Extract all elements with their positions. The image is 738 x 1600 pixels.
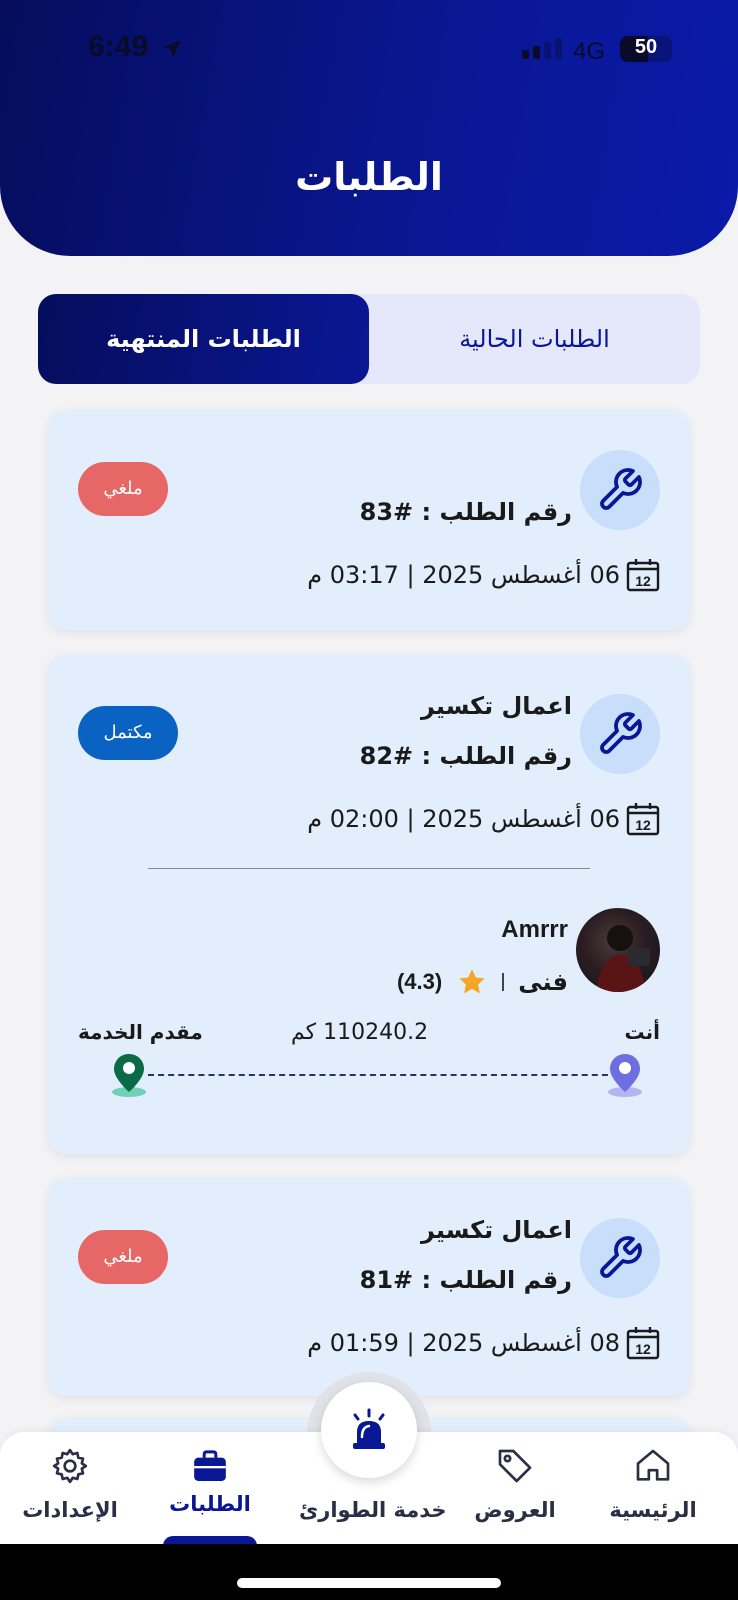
- signal-icon: [522, 38, 562, 59]
- nav-orders[interactable]: الطلبات: [145, 1432, 275, 1544]
- location-arrow-icon: [163, 40, 181, 58]
- order-card[interactable]: رقم الطلب : #83 ملغي 12 06 أغسطس 2025 | …: [48, 410, 690, 630]
- star-icon: [459, 969, 485, 994]
- order-number: رقم الطلب : #81: [359, 1266, 572, 1294]
- location-pin-icon: [112, 1054, 146, 1097]
- nav-settings-label: الإعدادات: [22, 1498, 118, 1522]
- trip-route-line: [148, 1074, 618, 1076]
- home-icon: [636, 1449, 670, 1481]
- calendar-icon: 12: [626, 803, 660, 836]
- separator: [502, 973, 505, 991]
- tag-icon: [498, 1449, 532, 1483]
- battery-level: 50: [634, 36, 658, 58]
- order-date-row: 12 06 أغسطس 2025 | 03:17 م: [307, 558, 660, 592]
- status-time: 6:49: [88, 30, 149, 63]
- calendar-day: 12: [635, 573, 651, 589]
- wrench-icon: [600, 712, 642, 754]
- nav-offers[interactable]: العروض: [450, 1432, 580, 1544]
- trip-you-label: أنت: [624, 1020, 660, 1044]
- home-indicator[interactable]: [237, 1578, 501, 1588]
- status-badge: ملغي: [78, 462, 168, 516]
- order-number: رقم الطلب : #83: [359, 498, 572, 526]
- gear-icon: [52, 1448, 88, 1484]
- order-date: 08 أغسطس 2025 | 01:59 م: [307, 1329, 620, 1357]
- header: 6:49 4G 50 الطلبات: [0, 0, 738, 256]
- order-number: رقم الطلب : #82: [359, 742, 572, 770]
- trip-distance: 110240.2 كم: [291, 1020, 429, 1045]
- order-date-row: 12 06 أغسطس 2025 | 02:00 م: [307, 802, 660, 836]
- emergency-button[interactable]: [321, 1382, 417, 1478]
- orders-tabs: الطلبات المنتهية الطلبات الحالية: [38, 294, 700, 384]
- battery-icon: 50: [620, 36, 672, 62]
- order-date-row: 12 08 أغسطس 2025 | 01:59 م: [307, 1326, 660, 1360]
- order-date: 06 أغسطس 2025 | 02:00 م: [307, 805, 620, 833]
- nav-orders-label: الطلبات: [169, 1492, 251, 1516]
- provider-role: فنى: [518, 968, 568, 996]
- provider-rating: (4.3): [396, 969, 443, 994]
- nav-home[interactable]: الرئيسية: [588, 1432, 718, 1544]
- status-badge: ملغي: [78, 1230, 168, 1284]
- calendar-day: 12: [635, 817, 651, 833]
- tab-ended-orders[interactable]: الطلبات المنتهية: [38, 294, 369, 384]
- nav-home-label: الرئيسية: [609, 1498, 697, 1522]
- service-name: اعمال تكسير: [420, 692, 572, 720]
- order-date: 06 أغسطس 2025 | 03:17 م: [307, 561, 620, 589]
- calendar-day: 12: [635, 1341, 651, 1357]
- siren-icon: [353, 1408, 385, 1449]
- status-bar: 6:49 4G 50: [0, 0, 738, 100]
- nav-settings[interactable]: الإعدادات: [5, 1432, 135, 1544]
- service-icon-circle: [580, 1218, 660, 1298]
- divider: [148, 868, 590, 869]
- order-card[interactable]: اعمال تكسير رقم الطلب : #82 مكتمل 12 06 …: [48, 654, 690, 1154]
- avatar: [576, 908, 660, 992]
- service-name: اعمال تكسير: [420, 1216, 572, 1244]
- page-title: الطلبات: [295, 155, 443, 199]
- order-card[interactable]: اعمال تكسير رقم الطلب : #81 ملغي 12 08 أ…: [48, 1178, 690, 1396]
- home-indicator-area: [0, 1544, 738, 1600]
- wrench-icon: [600, 468, 642, 510]
- briefcase-icon: [194, 1450, 226, 1481]
- provider-role-row: فنى (4.3): [397, 966, 568, 998]
- service-icon-circle: [580, 694, 660, 774]
- trip-provider-label: مقدم الخدمة: [78, 1020, 203, 1044]
- nav-emergency-label: خدمة الطوارئ: [299, 1498, 447, 1522]
- wrench-icon: [600, 1236, 642, 1278]
- tab-current-orders[interactable]: الطلبات الحالية: [369, 294, 700, 384]
- status-badge: مكتمل: [78, 706, 178, 760]
- location-pin-icon: [608, 1054, 642, 1097]
- service-icon-circle: [580, 450, 660, 530]
- calendar-icon: 12: [626, 559, 660, 592]
- network-type: 4G: [573, 38, 606, 65]
- nav-offers-label: العروض: [474, 1498, 556, 1522]
- calendar-icon: 12: [626, 1327, 660, 1360]
- provider-name: Amrrr: [501, 916, 568, 943]
